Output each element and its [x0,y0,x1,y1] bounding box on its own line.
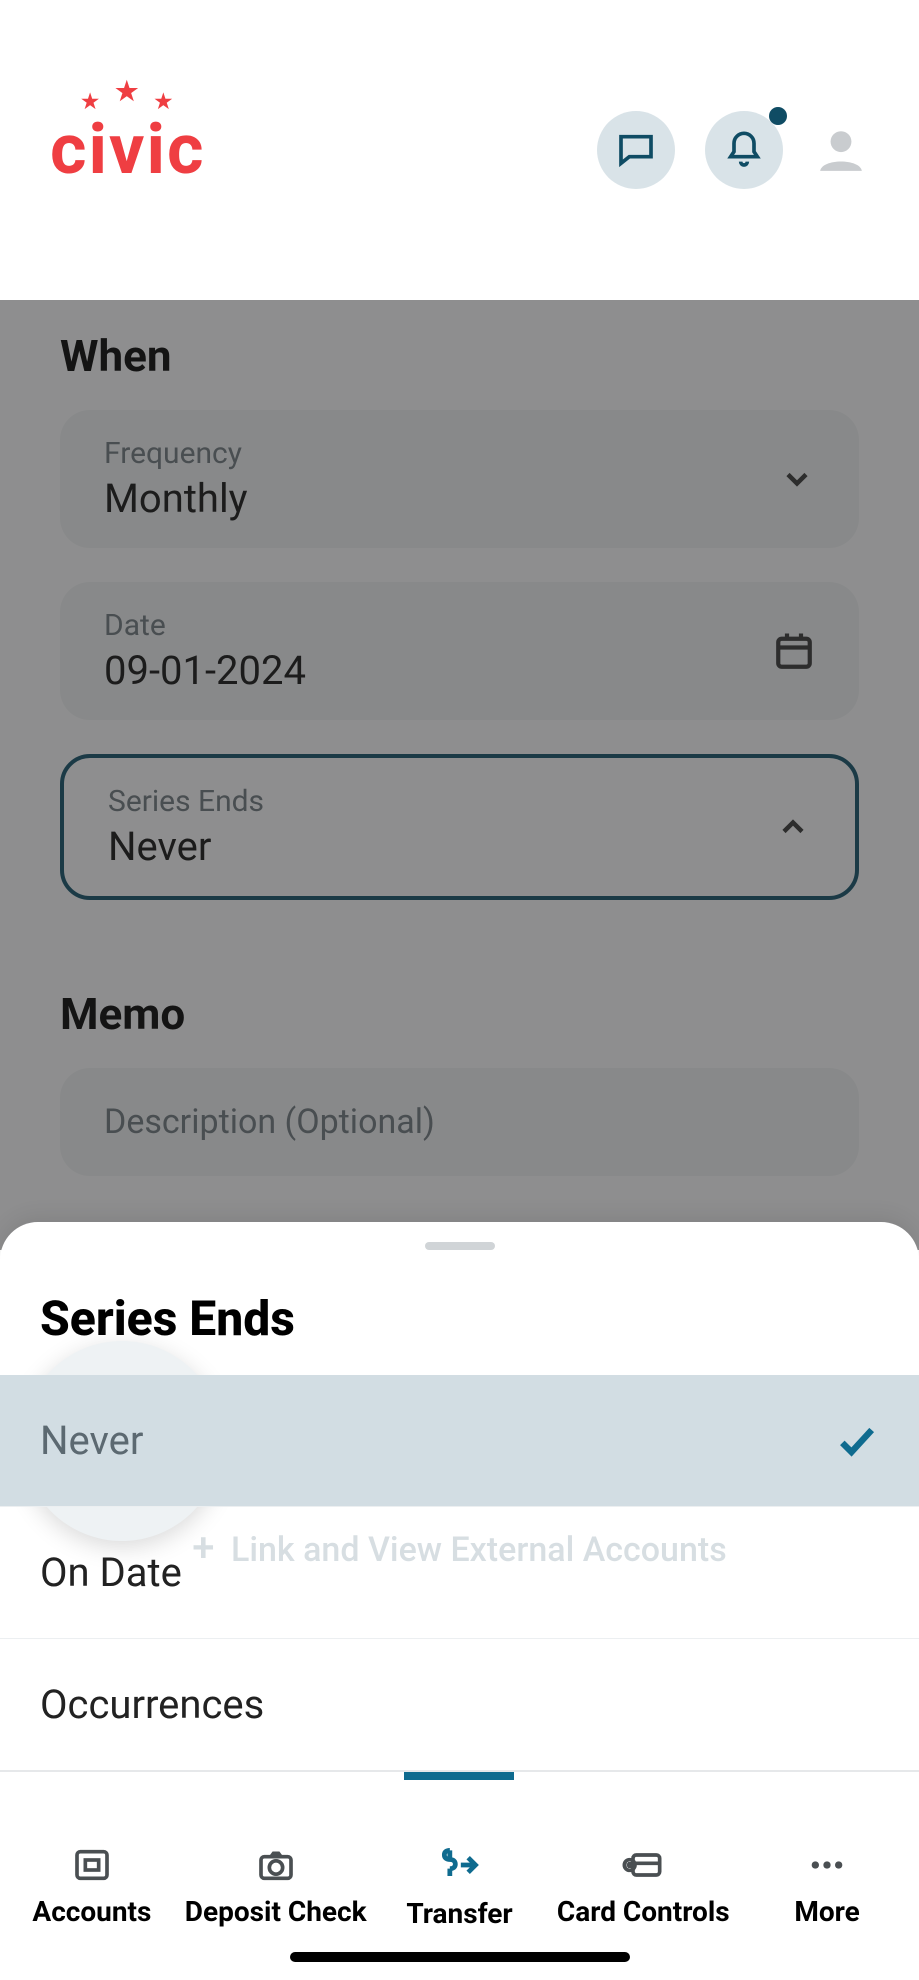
star-icon: ★ [115,77,140,107]
chevron-down-icon [779,461,815,497]
sheet-drag-handle[interactable] [425,1242,495,1250]
tab-label: Transfer [406,1897,512,1930]
accounts-icon [72,1845,112,1885]
option-label: Never [40,1417,143,1464]
tab-card-controls[interactable]: Card Controls [551,1772,735,1980]
brand-logo-text: ★ ★ ★ civic [50,109,205,191]
check-icon [835,1419,879,1463]
transfer-icon [437,1843,481,1887]
profile-icon [816,125,866,175]
option-on-date[interactable]: On Date [0,1507,919,1639]
chat-icon [616,130,656,170]
series-ends-value: Never [108,823,775,870]
notifications-button[interactable] [705,111,783,189]
frequency-value: Monthly [104,475,779,522]
card-controls-icon [621,1845,665,1885]
brand-logo: ★ ★ ★ civic [50,109,205,191]
series-ends-label: Series Ends [108,784,775,819]
messages-button[interactable] [597,111,675,189]
memo-section-title: Memo [60,988,859,1040]
star-icon: ★ [81,89,101,113]
option-occurrences[interactable]: Occurrences [0,1639,919,1770]
camera-icon [256,1845,296,1885]
profile-button[interactable] [813,122,869,178]
transfer-form-background: When Frequency Monthly Date 09-01-2024 S… [0,300,919,1250]
option-never[interactable]: Never + Link and View External Accounts [0,1375,919,1507]
star-icon: ★ [154,89,174,113]
calendar-icon [773,630,815,672]
sheet-title: Series Ends [0,1270,919,1375]
app-header: ★ ★ ★ civic [0,0,919,300]
memo-placeholder: Description (Optional) [104,1102,435,1142]
series-ends-dropdown[interactable]: Series Ends Never [60,754,859,900]
notification-badge [769,107,787,125]
header-actions [597,111,869,189]
tab-accounts[interactable]: Accounts [0,1772,184,1980]
option-label: Occurrences [40,1681,264,1728]
brand-logo-stars: ★ ★ ★ [81,83,174,113]
bottom-navigation: Accounts Deposit Check Transfer Card Con… [0,1770,919,1980]
date-picker[interactable]: Date 09-01-2024 [60,582,859,720]
memo-input[interactable]: Description (Optional) [60,1068,859,1176]
tab-label: Card Controls [557,1895,730,1928]
tab-deposit-check[interactable]: Deposit Check [184,1772,368,1980]
home-indicator[interactable] [290,1952,630,1962]
bell-icon [724,130,764,170]
tab-transfer[interactable]: Transfer [368,1772,552,1980]
option-label: On Date [40,1549,182,1596]
tab-label: Accounts [32,1895,151,1928]
frequency-label: Frequency [104,436,779,471]
tab-label: Deposit Check [185,1895,367,1928]
tab-label: More [794,1895,859,1928]
brand-name: civic [50,109,205,191]
tab-more[interactable]: More [735,1772,919,1980]
series-ends-sheet: Series Ends Never + Link and View Extern… [0,1222,919,1770]
date-label: Date [104,608,773,643]
more-icon [805,1845,849,1885]
when-section-title: When [60,330,859,382]
date-value: 09-01-2024 [104,647,773,694]
chevron-up-icon [775,809,811,845]
frequency-dropdown[interactable]: Frequency Monthly [60,410,859,548]
